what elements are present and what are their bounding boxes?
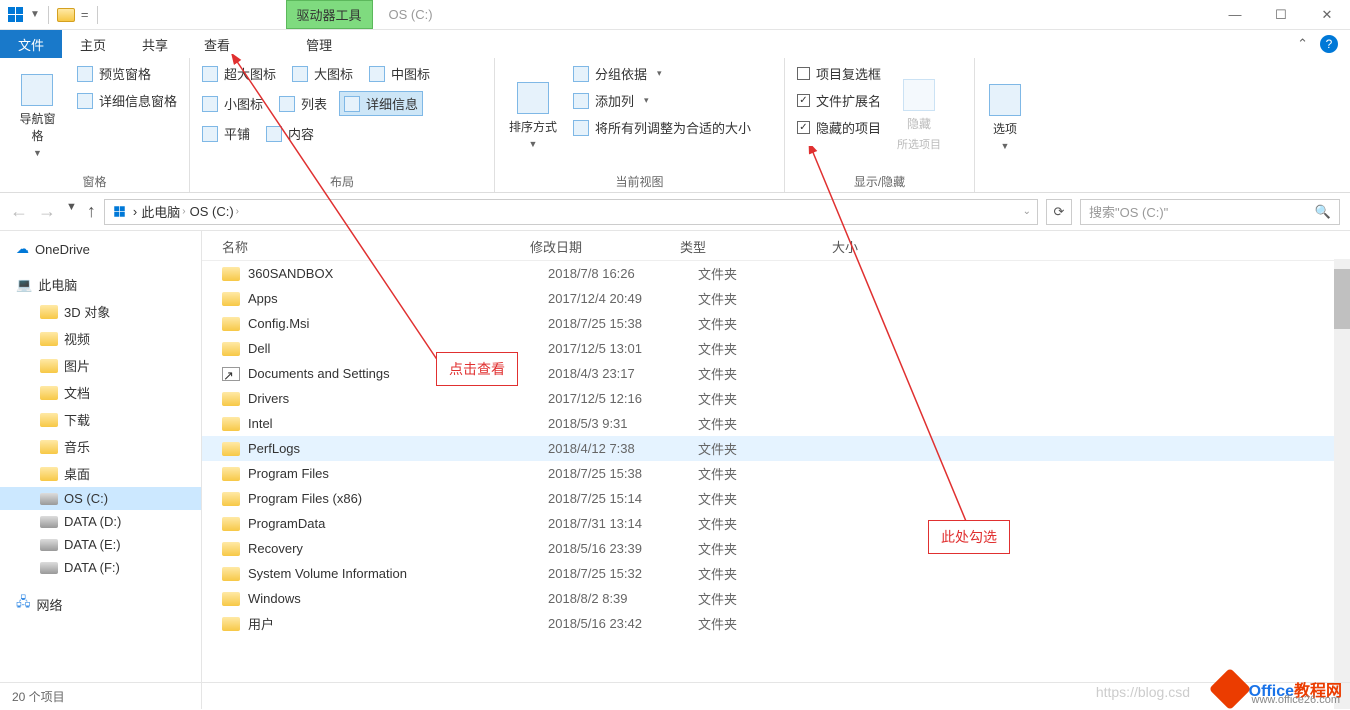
- details-pane-button[interactable]: 详细信息窗格: [73, 89, 181, 112]
- up-button[interactable]: ↑: [87, 201, 96, 222]
- tab-share[interactable]: 共享: [124, 30, 186, 58]
- tree-network[interactable]: 🖧网络: [0, 589, 201, 619]
- checkbox-item-checkboxes[interactable]: 项目复选框: [793, 62, 885, 85]
- size-columns-button[interactable]: 将所有列调整为合适的大小: [569, 116, 755, 139]
- contextual-tab-drive-tools[interactable]: 驱动器工具: [286, 0, 373, 29]
- checkbox-hidden-items[interactable]: ✓隐藏的项目: [793, 116, 885, 139]
- search-icon: 🔍: [1315, 204, 1331, 220]
- tree-item[interactable]: DATA (E:): [0, 533, 201, 556]
- column-header-name[interactable]: 名称: [202, 237, 530, 256]
- layout-content[interactable]: 内容: [262, 122, 318, 145]
- annotation-check-here: 此处勾选: [928, 520, 1010, 554]
- tree-item[interactable]: 桌面: [0, 460, 201, 487]
- tab-file[interactable]: 文件: [0, 30, 62, 58]
- refresh-button[interactable]: ⟳: [1046, 199, 1072, 225]
- table-row[interactable]: Intel2018/5/3 9:31文件夹: [202, 411, 1350, 436]
- sort-button[interactable]: 排序方式 ▼: [503, 62, 563, 169]
- group-by-button[interactable]: 分组依据▾: [569, 62, 755, 85]
- tab-manage[interactable]: 管理: [288, 30, 350, 58]
- tree-item[interactable]: 下载: [0, 406, 201, 433]
- checkbox-file-ext[interactable]: ✓文件扩展名: [793, 89, 885, 112]
- nav-pane-button[interactable]: 导航窗格 ▼: [8, 62, 67, 169]
- layout-small[interactable]: 小图标: [198, 91, 267, 116]
- folder-icon[interactable]: [57, 8, 75, 22]
- tab-view[interactable]: 查看: [186, 30, 248, 58]
- tree-item[interactable]: 视频: [0, 325, 201, 352]
- ribbon: 导航窗格 ▼ 预览窗格 详细信息窗格 窗格 超大图标 大图标 中图标 小图标 列…: [0, 58, 1350, 193]
- table-row[interactable]: 360SANDBOX2018/7/8 16:26文件夹: [202, 261, 1350, 286]
- maximize-button[interactable]: ☐: [1258, 0, 1304, 30]
- chevron-down-icon[interactable]: ▼: [30, 9, 40, 20]
- help-icon[interactable]: ?: [1320, 35, 1338, 53]
- table-row[interactable]: Drivers2017/12/5 12:16文件夹: [202, 386, 1350, 411]
- layout-tiles[interactable]: 平铺: [198, 122, 254, 145]
- table-row[interactable]: Config.Msi2018/7/25 15:38文件夹: [202, 311, 1350, 336]
- table-row[interactable]: ↗Documents and Settings2018/4/3 23:17文件夹: [202, 361, 1350, 386]
- breadcrumb-drive[interactable]: OS (C:) ›: [190, 204, 239, 219]
- tree-item[interactable]: DATA (F:): [0, 556, 201, 579]
- back-button[interactable]: ←: [10, 201, 28, 222]
- breadcrumb-this-pc[interactable]: 此电脑 ›: [141, 202, 185, 221]
- table-row[interactable]: Program Files2018/7/25 15:38文件夹: [202, 461, 1350, 486]
- table-row[interactable]: Recovery2018/5/16 23:39文件夹: [202, 536, 1350, 561]
- annotation-click-view: 点击查看: [436, 352, 518, 386]
- ribbon-tabs: 文件 主页 共享 查看 管理 ⌃ ?: [0, 30, 1350, 58]
- tree-item[interactable]: 音乐: [0, 433, 201, 460]
- search-input[interactable]: 搜索"OS (C:)" 🔍: [1080, 199, 1340, 225]
- layout-list[interactable]: 列表: [275, 91, 331, 116]
- windows-logo-icon[interactable]: [6, 6, 24, 24]
- watermark-url: https://blog.csd: [1096, 684, 1190, 700]
- table-row[interactable]: Dell2017/12/5 13:01文件夹: [202, 336, 1350, 361]
- table-row[interactable]: ProgramData2018/7/31 13:14文件夹: [202, 511, 1350, 536]
- add-columns-button[interactable]: 添加列▾: [569, 89, 755, 112]
- layout-large[interactable]: 大图标: [288, 62, 357, 85]
- recent-locations-button[interactable]: ▼: [66, 201, 77, 222]
- minimize-button[interactable]: —: [1212, 0, 1258, 30]
- vertical-scrollbar[interactable]: [1334, 259, 1350, 709]
- layout-medium[interactable]: 中图标: [365, 62, 434, 85]
- forward-button: →: [38, 201, 56, 222]
- collapse-ribbon-icon[interactable]: ⌃: [1297, 36, 1308, 52]
- tree-item[interactable]: 图片: [0, 352, 201, 379]
- tree-item[interactable]: OS (C:): [0, 487, 201, 510]
- table-row[interactable]: Windows2018/8/2 8:39文件夹: [202, 586, 1350, 611]
- column-header-date[interactable]: 修改日期: [530, 237, 680, 256]
- titlebar: ▼ = 驱动器工具 OS (C:) — ☐ ✕: [0, 0, 1350, 30]
- tree-item[interactable]: 文档: [0, 379, 201, 406]
- tree-item[interactable]: DATA (D:): [0, 510, 201, 533]
- column-header-type[interactable]: 类型: [680, 237, 832, 256]
- close-button[interactable]: ✕: [1304, 0, 1350, 30]
- quick-access-toolbar: ▼ =: [0, 6, 106, 24]
- address-bar[interactable]: › 此电脑 › OS (C:) › ⌄: [104, 199, 1038, 225]
- window-title: OS (C:): [389, 7, 433, 22]
- table-row[interactable]: PerfLogs2018/4/12 7:38文件夹: [202, 436, 1350, 461]
- table-row[interactable]: Apps2017/12/4 20:49文件夹: [202, 286, 1350, 311]
- table-row[interactable]: 用户2018/5/16 23:42文件夹: [202, 611, 1350, 636]
- logo-office: Office教程网 www.office26.com: [1215, 674, 1342, 704]
- navigation-tree: ☁OneDrive 💻此电脑 3D 对象视频图片文档下载音乐桌面OS (C:)D…: [0, 231, 202, 709]
- options-button[interactable]: 选项 ▼: [983, 62, 1027, 172]
- column-header-size[interactable]: 大小: [832, 237, 932, 256]
- hide-selected-button: 隐藏 所选项目: [891, 62, 947, 169]
- file-list: 名称 修改日期 类型 大小 360SANDBOX2018/7/8 16:26文件…: [202, 231, 1350, 709]
- preview-pane-button[interactable]: 预览窗格: [73, 62, 181, 85]
- navigation-bar: ← → ▼ ↑ › 此电脑 › OS (C:) › ⌄ ⟳ 搜索"OS (C:)…: [0, 193, 1350, 231]
- tree-onedrive[interactable]: ☁OneDrive: [0, 237, 201, 261]
- tree-this-pc[interactable]: 💻此电脑: [0, 271, 201, 298]
- table-row[interactable]: Program Files (x86)2018/7/25 15:14文件夹: [202, 486, 1350, 511]
- tree-item[interactable]: 3D 对象: [0, 298, 201, 325]
- tab-home[interactable]: 主页: [62, 30, 124, 58]
- layout-extra-large[interactable]: 超大图标: [198, 62, 280, 85]
- layout-details[interactable]: 详细信息: [339, 91, 423, 116]
- table-row[interactable]: System Volume Information2018/7/25 15:32…: [202, 561, 1350, 586]
- address-dropdown-icon[interactable]: ⌄: [1023, 206, 1031, 217]
